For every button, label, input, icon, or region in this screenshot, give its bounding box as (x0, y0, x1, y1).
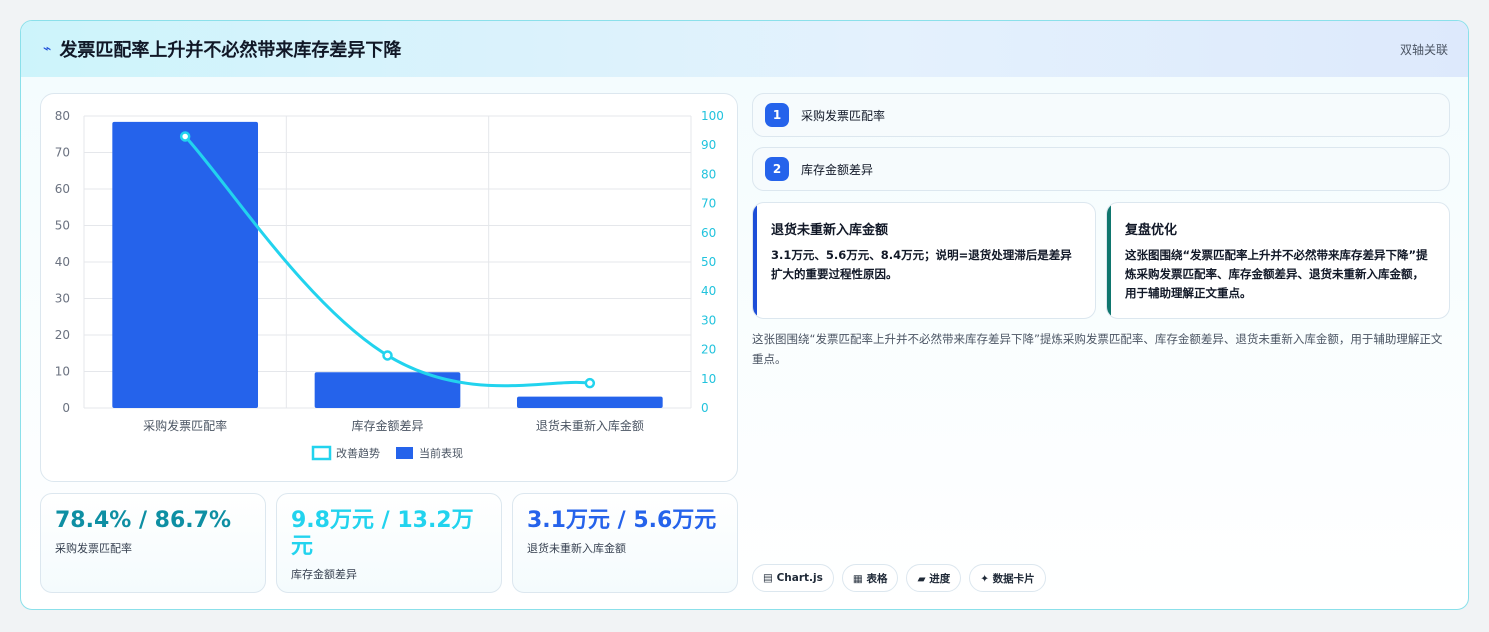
note-title: 退货未重新入库金额 (771, 223, 889, 238)
y-tick-label-right: 20 (701, 343, 716, 357)
stat-value: 3.1万元 / 5.6万元 (527, 508, 717, 533)
card-header: ⌁ 发票匹配率上升并不必然带来库存差异下降 双轴关联 (21, 21, 1468, 77)
legend-label: 当前表现 (419, 446, 463, 460)
stat-card-2: 9.8万元 / 13.2万元 库存金额差异 (276, 493, 502, 593)
item-number-badge: 1 (765, 103, 789, 127)
lightning-icon: ⌁ (43, 41, 52, 57)
tag-pill-row: ▤ Chart.js ▦ 表格 ▰ 进度 ✦ 数据卡片 (752, 564, 1046, 592)
pill-data-card[interactable]: ✦ 数据卡片 (969, 564, 1046, 592)
y-tick-label-left: 0 (62, 401, 70, 415)
note-card-review: 复盘优化 这张图围绕“发票匹配率上升并不必然带来库存差异下降”提炼采购发票匹配率… (1106, 202, 1450, 319)
y-tick-label-left: 30 (55, 292, 70, 306)
summary-paragraph: 这张图围绕“发票匹配率上升并不必然带来库存差异下降”提炼采购发票匹配率、库存金额… (752, 332, 1443, 366)
y-tick-label-left: 40 (55, 255, 70, 269)
legend-swatch-line (311, 445, 332, 461)
note-card-returns: 退货未重新入库金额 3.1万元、5.6万元、8.4万元；说明=退货处理滞后是差异… (752, 202, 1096, 319)
y-tick-label-right: 80 (701, 167, 716, 181)
stat-card-1: 78.4% / 86.7% 采购发票匹配率 (40, 493, 266, 593)
stat-label: 库存金额差异 (291, 568, 357, 581)
note-text: 这张图围绕“发票匹配率上升并不必然带来库存差异下降”提炼采购发票匹配率、库存金额… (1125, 248, 1428, 300)
y-tick-label-left: 80 (55, 109, 70, 123)
bar (516, 396, 663, 408)
note-text: 3.1万元、5.6万元、8.4万元；说明=退货处理滞后是差异扩大的重要过程性原因… (771, 248, 1072, 281)
y-tick-label-right: 60 (701, 226, 716, 240)
x-tick-label: 采购发票匹配率 (143, 418, 227, 433)
stat-label: 采购发票匹配率 (55, 542, 132, 555)
trend-point (584, 377, 596, 389)
stat-label: 退货未重新入库金额 (527, 542, 626, 555)
y-tick-label-right: 100 (701, 109, 724, 123)
legend-label: 改善趋势 (336, 446, 380, 460)
metric-item-1[interactable]: 1 采购发票匹配率 (752, 93, 1450, 137)
pill-table[interactable]: ▦ 表格 (841, 564, 899, 592)
stat-value: 9.8万元 / 13.2万元 (291, 508, 474, 559)
item-label: 库存金额差异 (801, 162, 874, 177)
page-title: 发票匹配率上升并不必然带来库存差异下降 (59, 40, 402, 61)
legend-swatch-bar (396, 447, 413, 459)
y-tick-label-right: 0 (701, 401, 709, 415)
metric-item-2[interactable]: 2 库存金额差异 (752, 147, 1450, 191)
y-tick-label-left: 70 (55, 146, 70, 160)
dual-axis-tag: 双轴关联 (1399, 43, 1448, 57)
y-tick-label-right: 10 (701, 372, 716, 386)
y-tick-label-right: 30 (701, 313, 716, 327)
trend-point (382, 350, 393, 361)
y-tick-label-left: 60 (55, 182, 70, 196)
bar-line-chart: 0 10 20 30 40 50 60 70 80 0 10 20 30 40 50 60 70 80 90 100 采… (55, 109, 724, 461)
main-card: ⌁ 发票匹配率上升并不必然带来库存差异下降 双轴关联 0 10 20 30 40 50 60… (20, 20, 1469, 610)
note-title: 复盘优化 (1125, 223, 1178, 238)
pill-chartjs[interactable]: ▤ Chart.js (752, 564, 834, 592)
x-tick-label: 退货未重新入库金额 (536, 418, 644, 433)
bar (112, 121, 259, 408)
y-tick-label-left: 50 (55, 219, 70, 233)
y-tick-label-right: 40 (701, 284, 716, 298)
x-tick-label: 库存金额差异 (351, 418, 423, 433)
item-number-badge: 2 (765, 157, 789, 181)
y-tick-label-right: 90 (701, 138, 716, 152)
stat-value: 78.4% / 86.7% (55, 508, 231, 533)
y-tick-label-right: 70 (701, 197, 716, 211)
item-label: 采购发票匹配率 (801, 108, 886, 123)
chart-panel: 0 10 20 30 40 50 60 70 80 0 10 20 30 40 50 60 70 80 90 100 采… (40, 93, 738, 482)
stat-card-3: 3.1万元 / 5.6万元 退货未重新入库金额 (512, 493, 738, 593)
trend-point (179, 131, 191, 142)
y-tick-label-left: 20 (55, 328, 70, 342)
y-tick-label-left: 10 (55, 365, 70, 379)
pill-progress[interactable]: ▰ 进度 (906, 564, 962, 592)
y-tick-label-right: 50 (701, 255, 716, 269)
